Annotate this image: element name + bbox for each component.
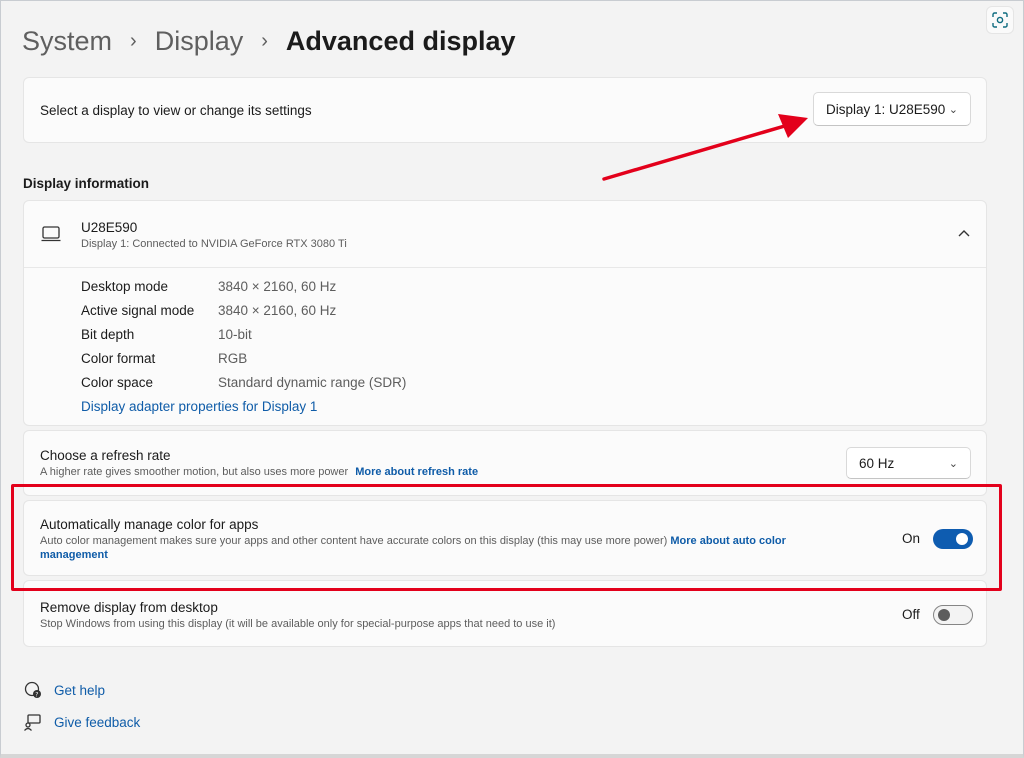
give-feedback-link[interactable]: Give feedback xyxy=(23,712,140,732)
display-information-card: U28E590 Display 1: Connected to NVIDIA G… xyxy=(23,200,987,426)
info-row: Active signal mode 3840 × 2160, 60 Hz xyxy=(81,303,406,327)
monitor-icon xyxy=(41,226,61,242)
toggle-knob xyxy=(938,609,950,621)
monitor-name: U28E590 xyxy=(81,220,138,235)
annotation-arrow xyxy=(602,114,808,181)
info-row: Desktop mode 3840 × 2160, 60 Hz xyxy=(81,279,406,303)
info-row: Color space Standard dynamic range (SDR) xyxy=(81,375,406,399)
info-value: RGB xyxy=(218,351,248,366)
info-value: 10-bit xyxy=(218,327,252,342)
info-key: Desktop mode xyxy=(81,279,169,294)
refresh-rate-title: Choose a refresh rate xyxy=(40,448,171,463)
select-display-label: Select a display to view or change its s… xyxy=(40,103,312,118)
feedback-icon xyxy=(23,712,43,732)
more-about-refresh-rate-link[interactable]: More about refresh rate xyxy=(355,466,478,478)
capture-button[interactable] xyxy=(986,6,1014,34)
chevron-down-icon: ⌄ xyxy=(948,457,958,470)
chevron-right-icon: › xyxy=(261,30,268,52)
auto-color-link-line2: management xyxy=(40,549,108,561)
auto-color-description-text: Auto color management makes sure your ap… xyxy=(40,535,668,547)
remove-display-title: Remove display from desktop xyxy=(40,600,218,615)
chevron-down-icon: ⌄ xyxy=(948,103,958,116)
display-select-dropdown[interactable]: Display 1: U28E590 ⌄ xyxy=(813,92,971,126)
display-info-header[interactable]: U28E590 Display 1: Connected to NVIDIA G… xyxy=(24,201,986,268)
auto-color-toggle[interactable] xyxy=(933,529,973,549)
info-key: Color space xyxy=(81,375,154,390)
chevron-up-icon[interactable] xyxy=(958,229,970,237)
capture-icon xyxy=(992,12,1008,28)
remove-display-card: Remove display from desktop Stop Windows… xyxy=(23,580,987,647)
info-key: Color format xyxy=(81,351,156,366)
info-row: Color format RGB xyxy=(81,351,406,375)
section-title-display-information: Display information xyxy=(23,176,150,191)
info-value: 3840 × 2160, 60 Hz xyxy=(218,279,337,294)
breadcrumb-item-display[interactable]: Display xyxy=(155,24,244,58)
refresh-rate-card: Choose a refresh rate A higher rate give… xyxy=(23,430,987,496)
display-adapter-properties-link[interactable]: Display adapter properties for Display 1 xyxy=(81,399,317,414)
breadcrumb: System › Display › Advanced display xyxy=(22,24,516,58)
remove-display-state-label: Off xyxy=(902,607,920,622)
monitor-connection: Display 1: Connected to NVIDIA GeForce R… xyxy=(81,238,347,250)
info-value: 3840 × 2160, 60 Hz xyxy=(218,303,337,318)
help-icon: ? xyxy=(23,680,43,700)
chevron-right-icon: › xyxy=(130,30,137,52)
refresh-rate-description: A higher rate gives smoother motion, but… xyxy=(40,466,478,478)
auto-color-description: Auto color management makes sure your ap… xyxy=(40,534,860,562)
display-info-rows: Desktop mode 3840 × 2160, 60 Hz Active s… xyxy=(81,279,406,399)
auto-color-card: Automatically manage color for apps Auto… xyxy=(23,500,987,576)
info-row: Bit depth 10-bit xyxy=(81,327,406,351)
select-display-card: Select a display to view or change its s… xyxy=(23,77,987,143)
auto-color-link-line1: More about auto color xyxy=(670,535,786,547)
auto-color-state-label: On xyxy=(902,531,921,546)
give-feedback-label: Give feedback xyxy=(54,714,141,730)
get-help-label: Get help xyxy=(54,682,106,698)
refresh-rate-description-text: A higher rate gives smoother motion, but… xyxy=(40,466,349,478)
remove-display-description: Stop Windows from using this display (it… xyxy=(40,618,556,630)
auto-color-title: Automatically manage color for apps xyxy=(40,517,259,532)
get-help-link[interactable]: ? Get help xyxy=(23,680,105,700)
info-key: Active signal mode xyxy=(81,303,195,318)
remove-display-toggle[interactable] xyxy=(933,605,973,625)
svg-text:?: ? xyxy=(35,692,38,699)
refresh-rate-dropdown[interactable]: 60 Hz ⌄ xyxy=(846,447,971,479)
info-value: Standard dynamic range (SDR) xyxy=(218,375,407,390)
breadcrumb-item-system[interactable]: System xyxy=(22,24,112,58)
toggle-knob xyxy=(956,533,968,545)
refresh-rate-value: 60 Hz xyxy=(859,455,895,471)
page-title: Advanced display xyxy=(285,26,516,56)
display-select-value: Display 1: U28E590 xyxy=(826,101,946,117)
info-key: Bit depth xyxy=(81,327,135,342)
